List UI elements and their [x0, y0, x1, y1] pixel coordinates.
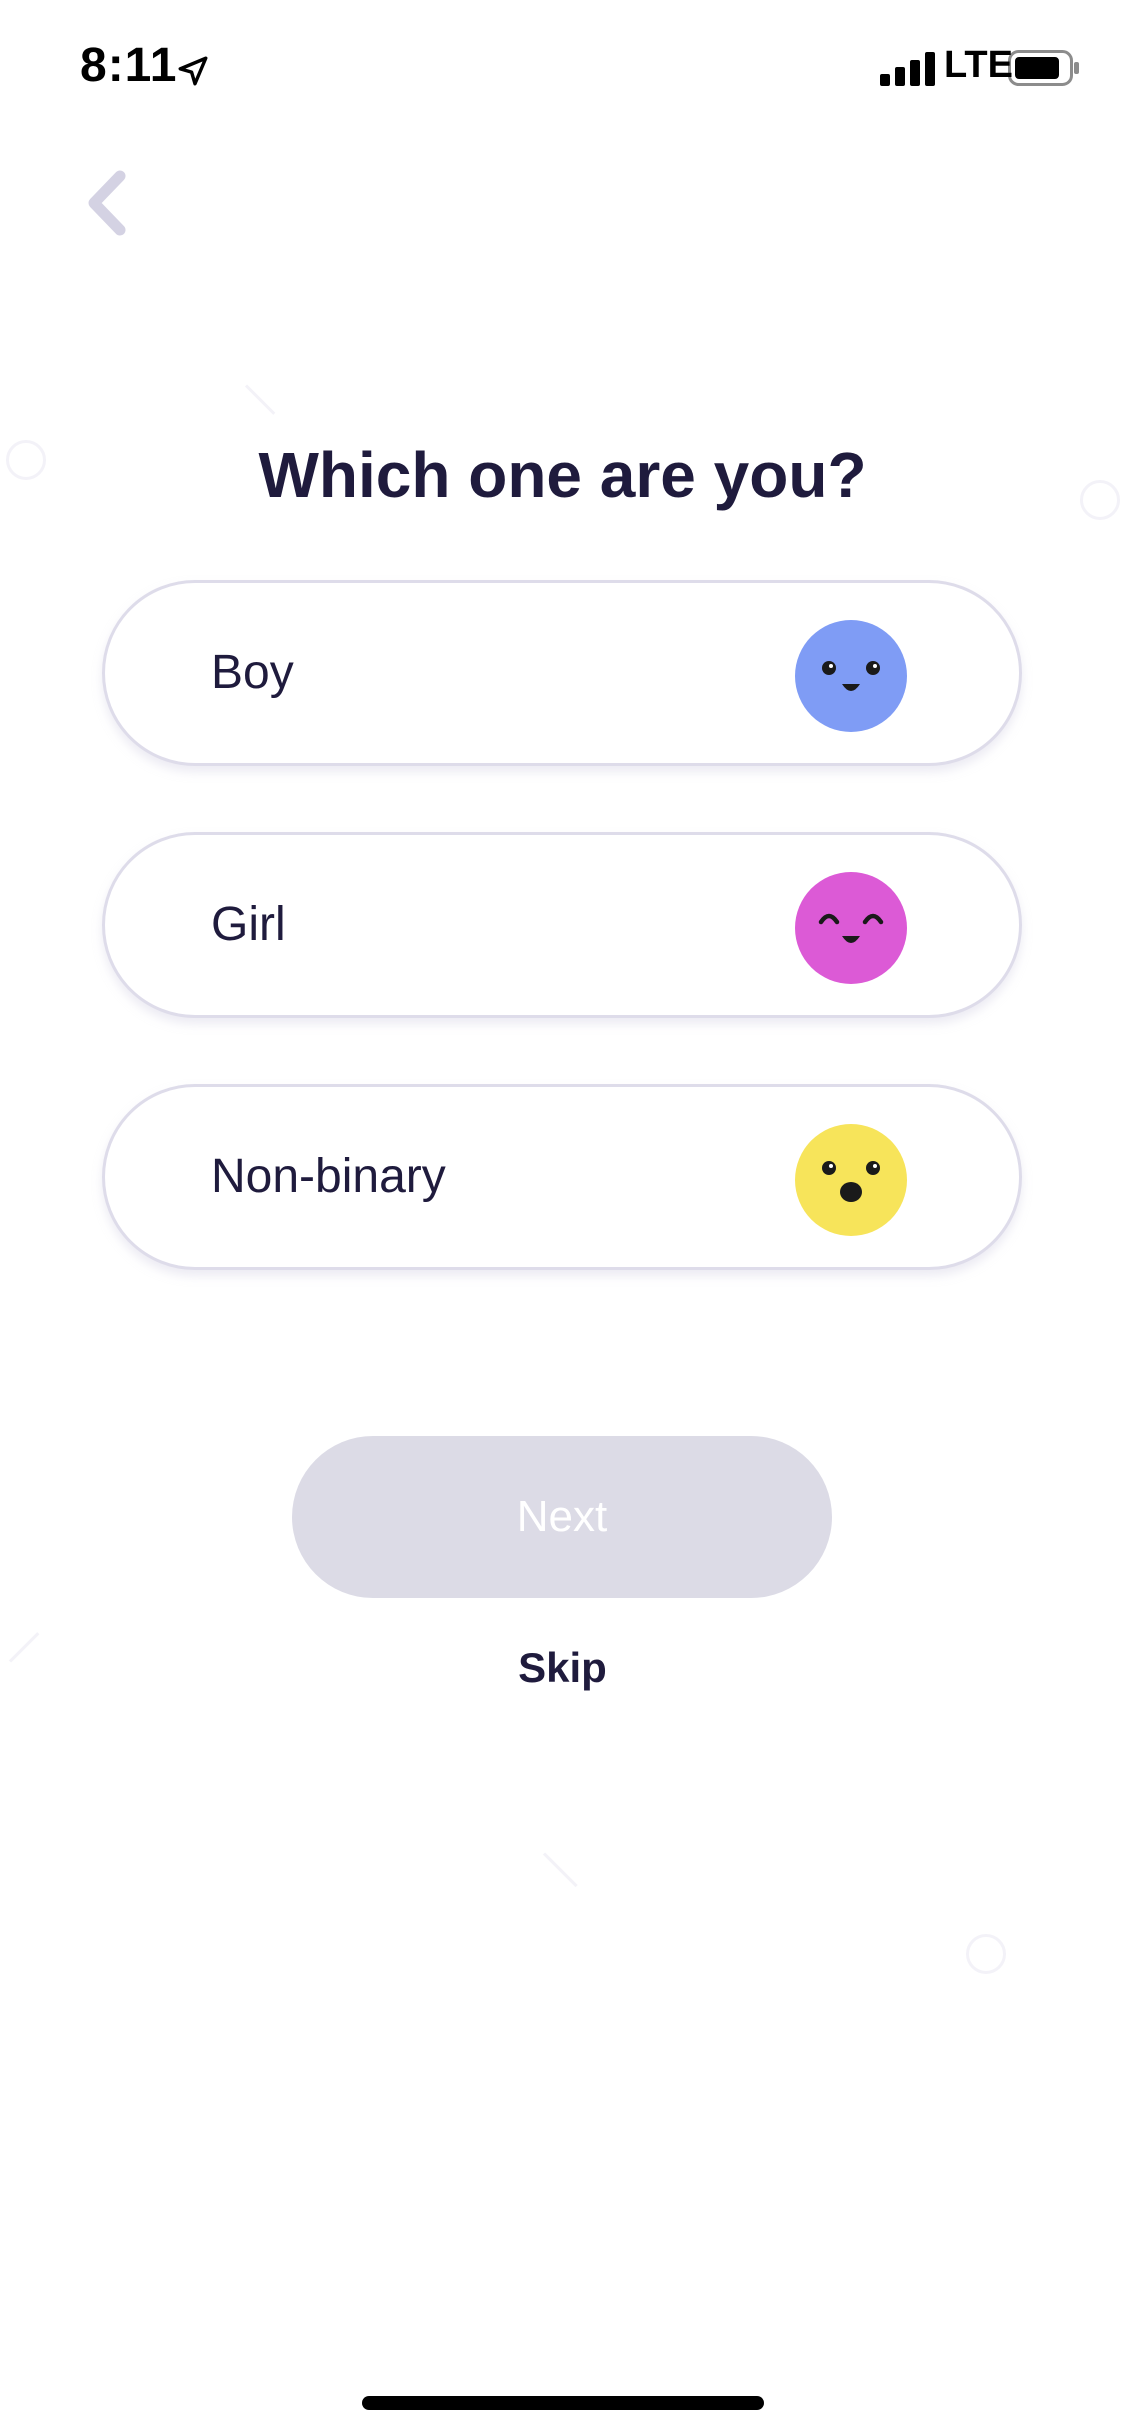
home-indicator[interactable] [362, 2396, 764, 2410]
background-line-decoration [542, 1852, 578, 1888]
option-boy[interactable]: Boy [102, 580, 1022, 766]
network-type: LTE [944, 44, 1013, 86]
option-label: Girl [211, 898, 286, 951]
smiling-closed-eyes-face-icon [795, 872, 907, 984]
option-non-binary[interactable]: Non-binary [102, 1084, 1022, 1270]
page-title: Which one are you? [258, 439, 867, 511]
status-time: 8:11 [80, 39, 178, 92]
status-bar: 8:11 LTE [0, 0, 1125, 140]
smiley-face-icon [795, 620, 907, 732]
next-button[interactable]: Next [292, 1436, 832, 1598]
battery-icon [1008, 50, 1079, 86]
location-arrow-icon [178, 56, 208, 86]
surprised-face-icon [795, 1124, 907, 1236]
chevron-left-icon[interactable] [76, 168, 140, 238]
gender-selection-screen: 8:11 LTE Which one are you? Boy Girl Non… [0, 0, 1125, 2436]
signal-bars-icon [880, 52, 935, 86]
background-circle-decoration [966, 1934, 1006, 1974]
background-line-decoration [244, 384, 276, 415]
skip-link[interactable]: Skip [0, 1644, 1125, 1692]
option-label: Boy [211, 646, 294, 699]
option-girl[interactable]: Girl [102, 832, 1022, 1018]
option-label: Non-binary [211, 1150, 446, 1203]
